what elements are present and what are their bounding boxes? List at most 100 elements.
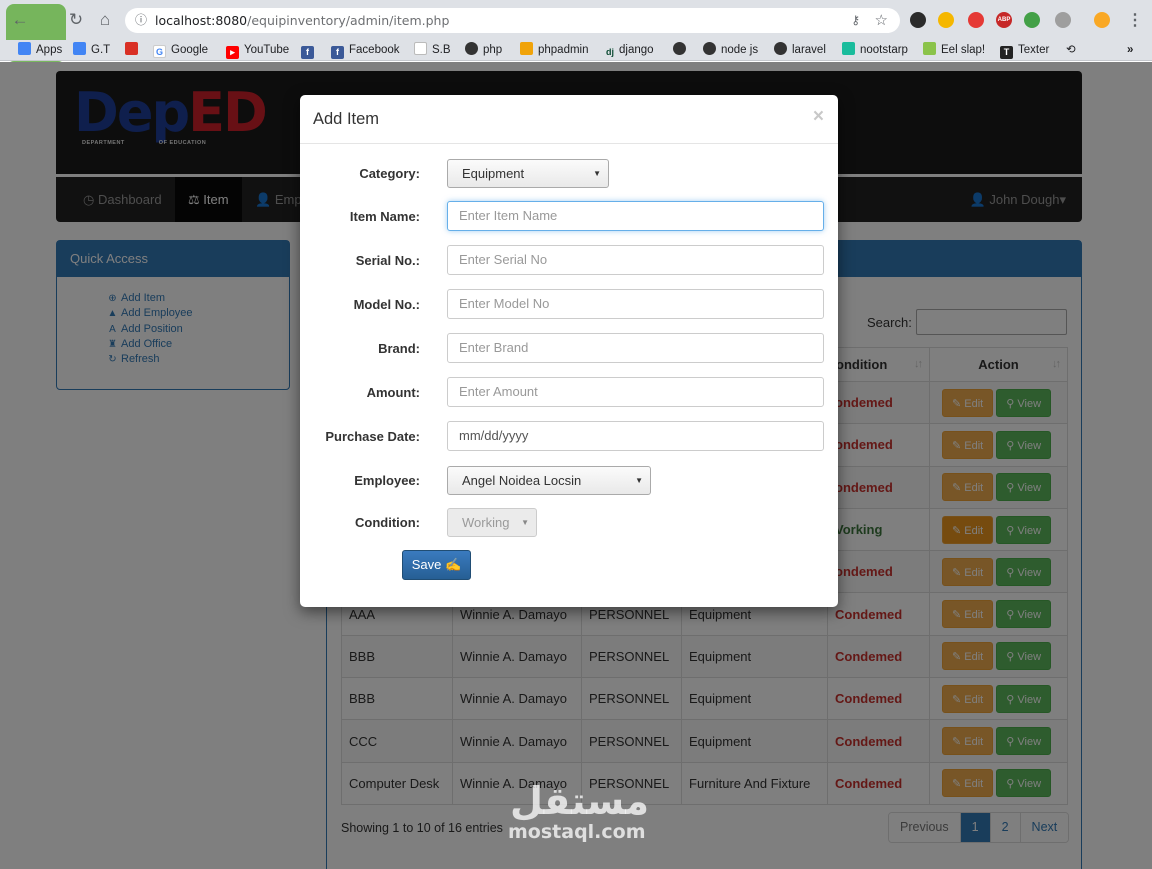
bookmark-youtube[interactable]: ▸ YouTube [226, 42, 289, 59]
profile-avatar-icon[interactable] [1094, 12, 1110, 28]
item-name-label: Item Name: [349, 209, 420, 224]
employee-value: Angel Noidea Locsin [462, 473, 582, 488]
bookmark-nodejs[interactable]: node js [703, 42, 758, 59]
purchase-date-label: Purchase Date: [325, 429, 420, 444]
bookmark-gt[interactable]: G.T [73, 42, 110, 59]
key-icon[interactable]: ⚷ [851, 8, 860, 33]
brand-label: Brand: [378, 341, 420, 356]
globe-icon [703, 42, 716, 55]
extension-icon[interactable] [1024, 12, 1040, 28]
form-row-category: Category: Equipment ▼ [300, 158, 838, 190]
bookmark-label: laravel [792, 44, 826, 56]
apps-icon [18, 42, 31, 55]
brand-input[interactable]: Enter Brand [447, 333, 824, 363]
bookmark-label: Facebook [349, 44, 400, 56]
bookmark-nootstarp[interactable]: nootstarp [842, 42, 908, 59]
stop-extension-icon[interactable] [968, 12, 984, 28]
close-icon[interactable]: × [813, 106, 824, 128]
bookmark-label: django [619, 44, 654, 56]
bookmark-sb[interactable]: S.B [414, 42, 451, 59]
back-icon[interactable]: ← [10, 10, 30, 30]
bookmark-texter[interactable]: T Texter [1000, 42, 1049, 59]
save-button[interactable]: Save ✍ [402, 550, 471, 580]
serial-label: Serial No.: [355, 253, 420, 268]
modal-title: Add Item [313, 110, 380, 128]
django-icon: dj [606, 47, 614, 57]
more-bookmarks-icon[interactable]: » [1127, 42, 1133, 59]
url-text: localhost:8080/equipinventory/admin/item… [155, 8, 449, 33]
amount-input[interactable]: Enter Amount [447, 377, 824, 407]
chevron-down-icon: ▼ [521, 518, 529, 527]
address-bar[interactable]: ⓘ localhost:8080/equipinventory/admin/it… [125, 8, 900, 33]
serial-input[interactable]: Enter Serial No [447, 245, 824, 275]
form-row-condition: Condition: Working ▼ [300, 507, 838, 539]
amount-label: Amount: [366, 385, 420, 400]
form-row-purchase-date: Purchase Date: mm/dd/yyyy [300, 421, 838, 453]
bookmark-google[interactable]: G Google [153, 42, 208, 59]
add-item-modal: Add Item × Category: Equipment ▼ Item Nam… [300, 95, 838, 607]
form-row-brand: Brand: Enter Brand [300, 333, 838, 365]
form-row-amount: Amount: Enter Amount [300, 377, 838, 409]
eel-icon [923, 42, 936, 55]
reload-icon[interactable]: ↻ [66, 10, 86, 30]
bookmark-facebook-short[interactable]: f [301, 42, 319, 59]
browser-toolbar: ← ↻ ⌂ ⓘ localhost:8080/equipinventory/ad… [0, 0, 1152, 62]
category-select[interactable]: Equipment ▼ [447, 159, 609, 188]
bookmark-apps[interactable]: Apps [18, 42, 62, 59]
globe-icon [673, 42, 686, 55]
model-input[interactable]: Enter Model No [447, 289, 824, 319]
moon-extension-icon[interactable] [910, 12, 926, 28]
page-icon [414, 42, 427, 55]
globe-icon [774, 42, 787, 55]
bookmark-label: YouTube [244, 44, 290, 56]
bookmark-django[interactable]: dj django [606, 42, 654, 59]
bootstrap-icon [842, 42, 855, 55]
save-label: Save [411, 557, 442, 572]
model-label: Model No.: [353, 297, 420, 312]
bookmark-label: php [483, 44, 503, 56]
chevron-down-icon: ▼ [635, 476, 643, 485]
bookmark-globe[interactable] [673, 42, 691, 59]
bookmark-label: Google [171, 44, 209, 56]
home-icon[interactable]: ⌂ [95, 10, 115, 30]
watermark-arabic: مستقل [510, 779, 649, 823]
condition-label: Condition: [355, 515, 420, 530]
bookmark-facebook[interactable]: f Facebook [331, 42, 400, 59]
form-row-item-name: Item Name: Enter Item Name [300, 201, 838, 233]
form-row-model: Model No.: Enter Model No [300, 289, 838, 321]
translate-icon [73, 42, 86, 55]
category-value: Equipment [462, 166, 525, 181]
condition-value: Working [462, 515, 510, 530]
facebook-icon: f [331, 46, 344, 59]
bookmark-label: Texter [1018, 44, 1050, 56]
item-name-input[interactable]: Enter Item Name [447, 201, 824, 231]
bookmarks-bar: Apps G.T G Google ▸ YouTube f f Facebook S.… [0, 40, 1152, 61]
condition-select: Working ▼ [447, 508, 537, 537]
gmail-icon [125, 42, 138, 55]
history-icon[interactable]: ⟲ [1066, 42, 1076, 59]
bookmark-label: G.T [91, 44, 111, 56]
bookmark-eel-slap[interactable]: Eel slap! [923, 42, 985, 59]
google-icon: G [153, 45, 166, 58]
url-path: /equipinventory/admin/item.php [247, 13, 450, 28]
form-row-serial: Serial No.: Enter Serial No [300, 245, 838, 277]
globe-icon [465, 42, 478, 55]
extension-icon[interactable] [1055, 12, 1071, 28]
bookmark-gmail[interactable] [125, 42, 143, 59]
site-info-icon[interactable]: ⓘ [135, 8, 147, 33]
bookmark-php[interactable]: php [465, 42, 502, 59]
bookmark-laravel[interactable]: laravel [774, 42, 826, 59]
texter-icon: T [1000, 46, 1013, 59]
browser-menu-icon[interactable]: ⋮ [1127, 10, 1143, 30]
bookmark-label: Eel slap! [941, 44, 986, 56]
bookmark-phpadmin[interactable]: phpadmin [520, 42, 589, 59]
category-label: Category: [359, 166, 420, 181]
watermark-latin: mostaql.com [508, 821, 646, 843]
mostaql-watermark: مستقل mostaql.com [508, 779, 649, 843]
purchase-date-input[interactable]: mm/dd/yyyy [447, 421, 824, 451]
employee-select[interactable]: Angel Noidea Locsin ▼ [447, 466, 651, 495]
bookmark-star-icon[interactable]: ☆ [875, 8, 888, 33]
adblock-icon[interactable]: ABP [996, 12, 1012, 28]
chevron-down-icon: ▼ [593, 169, 601, 178]
extension-icon[interactable] [938, 12, 954, 28]
